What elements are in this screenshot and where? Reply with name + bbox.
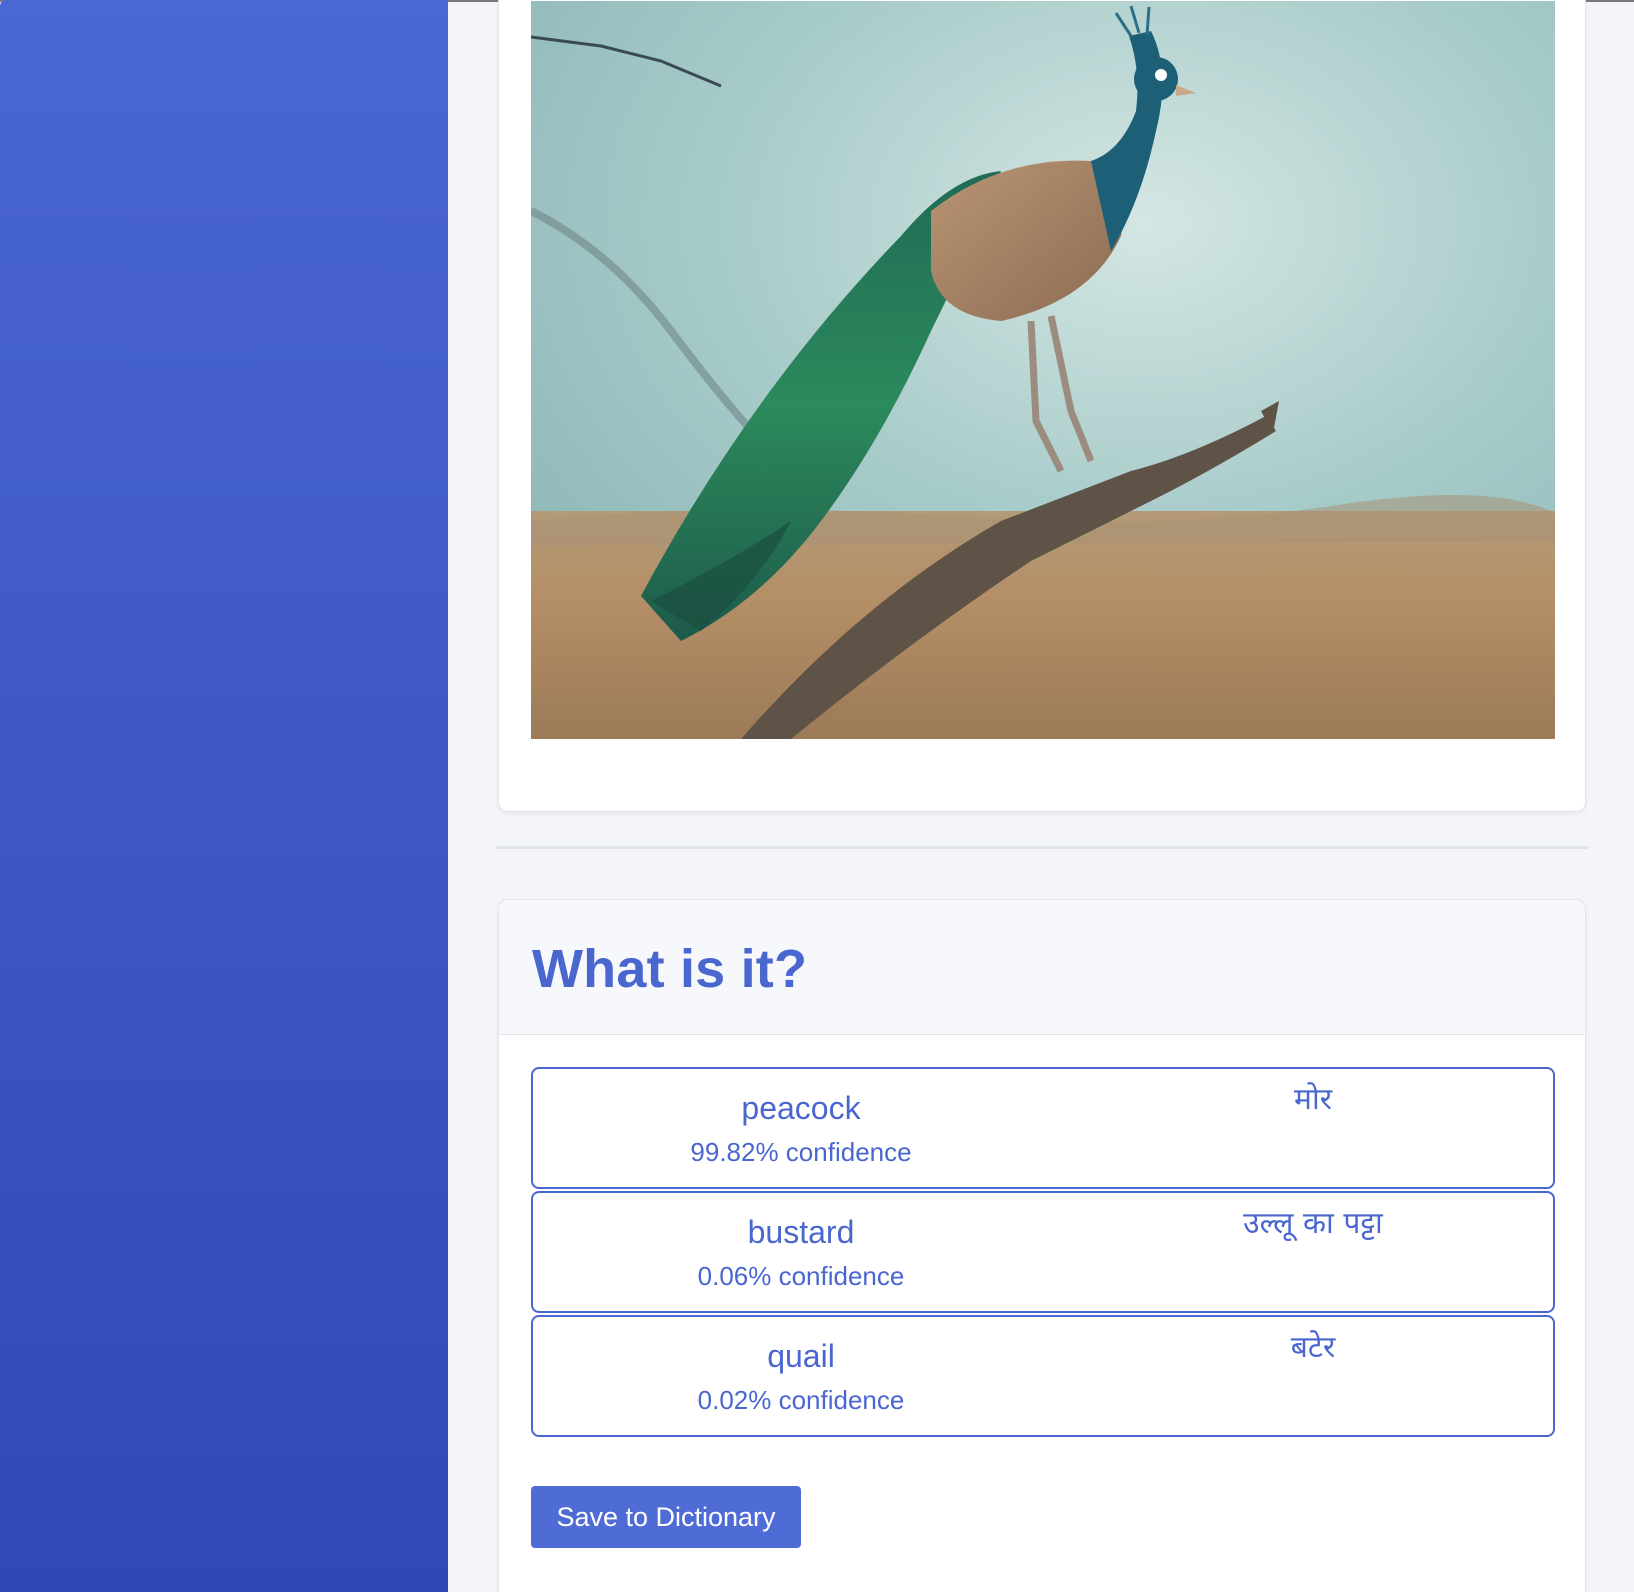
- prediction-translation: उल्लू का पट्टा: [1243, 1206, 1383, 1241]
- prediction-english: bustard 0.06% confidence: [533, 1213, 1069, 1291]
- prediction-english: quail 0.02% confidence: [533, 1337, 1069, 1415]
- prediction-confidence: 0.06% confidence: [697, 1261, 905, 1291]
- prediction-translation: मोर: [1294, 1082, 1332, 1117]
- result-title: What is it?: [532, 939, 808, 999]
- main-content: What is it? peacock 99.82% confidence मो…: [448, 0, 1634, 1592]
- uploaded-image-card: [498, 0, 1586, 812]
- prediction-confidence: 0.02% confidence: [697, 1385, 905, 1415]
- classification-result-card: What is it? peacock 99.82% confidence मो…: [498, 899, 1586, 1592]
- uploaded-photo: [531, 1, 1555, 739]
- prediction-item[interactable]: quail 0.02% confidence बटेर: [531, 1315, 1555, 1437]
- peacock-photo-icon: [531, 1, 1555, 739]
- prediction-english: peacock 99.82% confidence: [533, 1089, 1069, 1167]
- prediction-label: bustard: [747, 1214, 855, 1250]
- save-to-dictionary-button[interactable]: Save to Dictionary: [531, 1486, 801, 1548]
- page: What is it? peacock 99.82% confidence मो…: [0, 0, 1634, 1592]
- result-header: What is it?: [499, 900, 1585, 1035]
- prediction-list: peacock 99.82% confidence मोर bustard 0.…: [531, 1067, 1555, 1439]
- prediction-label: peacock: [741, 1090, 861, 1126]
- prediction-translation: बटेर: [1290, 1330, 1336, 1365]
- prediction-item[interactable]: bustard 0.06% confidence उल्लू का पट्टा: [531, 1191, 1555, 1313]
- prediction-item[interactable]: peacock 99.82% confidence मोर: [531, 1067, 1555, 1189]
- prediction-label: quail: [767, 1338, 835, 1374]
- sidebar: [0, 0, 448, 1592]
- prediction-confidence: 99.82% confidence: [690, 1137, 912, 1167]
- section-divider: [496, 846, 1588, 849]
